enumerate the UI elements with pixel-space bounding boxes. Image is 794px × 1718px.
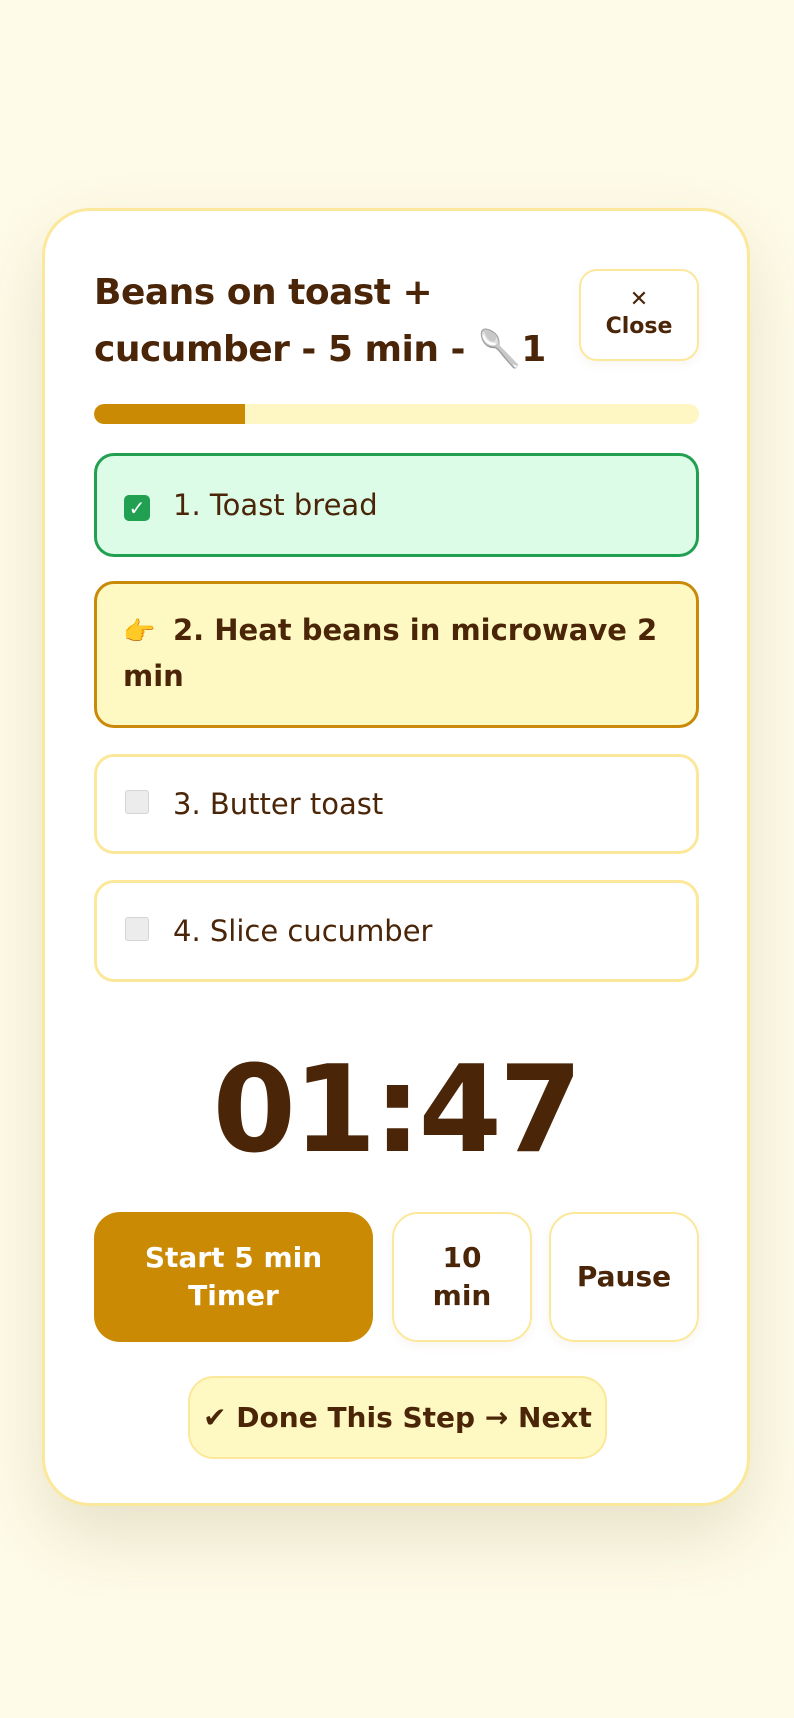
close-icon: ✕ bbox=[629, 287, 649, 312]
step-item-1[interactable]: ✓ 1. Toast bread bbox=[94, 453, 699, 557]
recipe-title: Beans on toast + cucumber - 5 min - 🥄1 bbox=[94, 272, 546, 370]
timer-display: 01:47 bbox=[212, 1041, 583, 1180]
recipe-card: Beans on toast + cucumber - 5 min - 🥄1 ✕… bbox=[42, 208, 750, 1506]
start-timer-button[interactable]: Start 5 min Timer bbox=[94, 1212, 373, 1342]
pause-button[interactable]: Pause bbox=[549, 1212, 699, 1342]
check-icon: ✓ bbox=[123, 488, 151, 522]
close-button[interactable]: ✕ Close bbox=[579, 269, 699, 361]
empty-checkbox-icon bbox=[123, 914, 151, 948]
step-label: 2. Heat beans in microwave 2 min bbox=[123, 613, 658, 693]
step-label: 4. Slice cucumber bbox=[173, 914, 433, 948]
empty-checkbox-icon bbox=[123, 787, 151, 821]
step-item-4[interactable]: 4. Slice cucumber bbox=[94, 880, 699, 982]
progress-fill bbox=[94, 404, 246, 424]
progress-bar bbox=[94, 404, 699, 424]
ten-min-button[interactable]: 10 min bbox=[392, 1212, 532, 1342]
pointing-hand-icon: 👉 bbox=[123, 617, 156, 647]
step-label: 3. Butter toast bbox=[173, 787, 384, 821]
step-item-2[interactable]: 👉 2. Heat beans in microwave 2 min bbox=[94, 581, 699, 728]
done-next-button[interactable]: ✔ Done This Step → Next bbox=[188, 1376, 607, 1459]
step-label: 1. Toast bread bbox=[173, 488, 378, 522]
step-item-3[interactable]: 3. Butter toast bbox=[94, 754, 699, 854]
close-label: Close bbox=[605, 314, 673, 339]
